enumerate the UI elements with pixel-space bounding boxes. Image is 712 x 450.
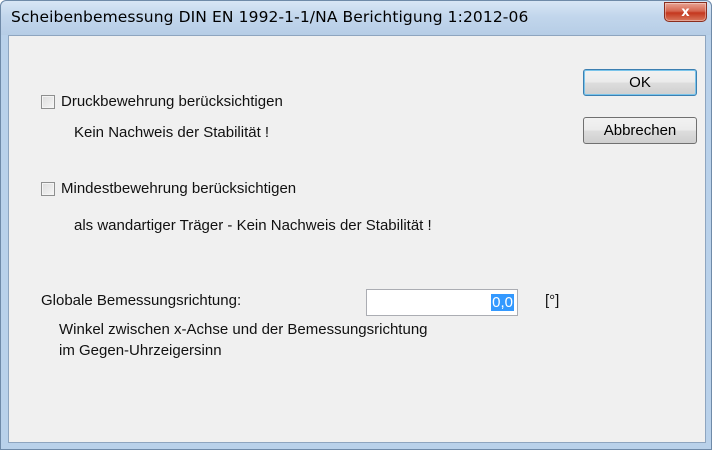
dialog-window: Scheibenbemessung DIN EN 1992-1-1/NA Ber…	[0, 0, 712, 450]
direction-label: Globale Bemessungsrichtung:	[41, 292, 242, 309]
direction-help-line1: Winkel zwischen x-Achse und der Bemessun…	[59, 321, 428, 338]
dialog-content: Druckbewehrung berücksichtigen Kein Nach…	[8, 35, 706, 443]
close-button[interactable]: x	[664, 2, 707, 22]
title-bar[interactable]: Scheibenbemessung DIN EN 1992-1-1/NA Ber…	[1, 1, 711, 35]
mindestbewehrung-checkbox[interactable]	[41, 181, 55, 196]
druckbewehrung-option[interactable]: Druckbewehrung berücksichtigen	[41, 93, 283, 110]
direction-unit: [°]	[545, 292, 560, 309]
direction-input[interactable]: 0,0	[366, 289, 518, 316]
window-title: Scheibenbemessung DIN EN 1992-1-1/NA Ber…	[11, 8, 529, 26]
druckbewehrung-note: Kein Nachweis der Stabilität !	[74, 124, 270, 141]
direction-help-line2: im Gegen-Uhrzeigersinn	[59, 342, 222, 359]
cancel-button[interactable]: Abbrechen	[583, 117, 697, 144]
druckbewehrung-checkbox[interactable]	[41, 94, 55, 109]
direction-value: 0,0	[491, 294, 514, 311]
druckbewehrung-label: Druckbewehrung berücksichtigen	[61, 93, 283, 110]
mindestbewehrung-option[interactable]: Mindestbewehrung berücksichtigen	[41, 180, 296, 197]
ok-button[interactable]: OK	[583, 69, 697, 96]
mindestbewehrung-label: Mindestbewehrung berücksichtigen	[61, 180, 297, 197]
close-icon: x	[681, 4, 690, 20]
mindestbewehrung-note: als wandartiger Träger - Kein Nachweis d…	[74, 217, 432, 234]
